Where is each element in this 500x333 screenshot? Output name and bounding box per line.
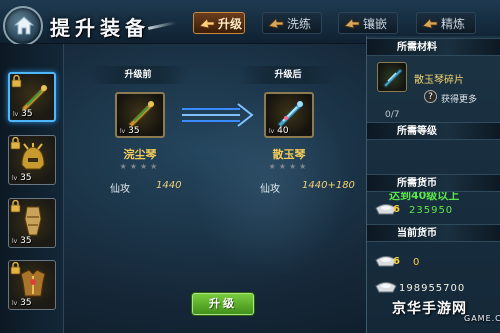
level-badge: lv 35	[12, 298, 32, 308]
stat-after-label: 仙攻	[260, 184, 280, 195]
watermark-text: 京华手游网	[392, 301, 467, 317]
level-value: 35	[20, 236, 32, 246]
cost-badge: 6	[393, 204, 401, 215]
materials-header: 所需材料	[367, 38, 500, 56]
wash-icon	[268, 18, 284, 29]
equipment-list: lv 35 lv 35 lv 35 lv 35	[0, 44, 64, 333]
silver-ingot-icon	[375, 282, 397, 293]
temper-icon	[422, 18, 438, 29]
level-value: 35	[128, 126, 140, 136]
item-after-stars: ★★★★	[268, 162, 310, 171]
after-label: 升级后	[238, 66, 338, 84]
tab-upgrade[interactable]: 升级	[193, 12, 245, 34]
watermark-sub: GAME.COM	[464, 314, 500, 323]
stat-before-label: 仙攻	[110, 184, 130, 195]
item-before-slot[interactable]: lv 35	[115, 92, 165, 138]
level-value: 35	[21, 109, 33, 119]
helmet-icon	[21, 143, 45, 170]
item-after-name: 散玉琴	[272, 148, 306, 161]
upgrade-arrow-icon	[199, 18, 215, 29]
home-button[interactable]	[3, 6, 43, 46]
level-badge: lv 40	[269, 126, 289, 136]
help-icon[interactable]: ?	[424, 90, 437, 103]
site-watermark: 京华手游网 GAME.COM	[392, 298, 500, 333]
tab-temper-label: 精炼	[441, 17, 466, 31]
tab-temper[interactable]: 精炼	[416, 12, 476, 34]
tab-refine-label: 洗练	[287, 17, 312, 31]
current-badge: 6	[393, 256, 401, 267]
stat-before-value: 1440	[156, 180, 182, 191]
level-badge: lv 35	[12, 236, 32, 246]
cost-header: 所需货币	[367, 174, 500, 192]
item-before-stars: ★★★★	[119, 162, 161, 171]
zither-fragment-icon	[383, 68, 403, 88]
level-value: 35	[20, 298, 32, 308]
material-name: 散玉琴碎片	[414, 75, 464, 86]
level-badge: lv 35	[13, 109, 33, 119]
material-count: 0/7	[385, 110, 400, 120]
requirements-panel: 所需材料 散玉琴碎片 ? 获得更多 0/7 所需等级 达到40级以上 所需货币 …	[366, 36, 500, 333]
item-before-name: 浣尘琴	[123, 148, 157, 161]
level-header: 所需等级	[367, 122, 500, 140]
current-header: 当前货币	[367, 224, 500, 242]
equipment-slot[interactable]: lv 35	[8, 198, 56, 248]
current-value-a: 0	[413, 257, 421, 268]
level-badge: lv 35	[12, 173, 32, 183]
title-ornament	[147, 21, 177, 30]
level-value: 40	[277, 126, 289, 136]
armor-icon	[20, 269, 46, 297]
equipment-slot[interactable]: lv 35	[8, 135, 56, 185]
upgrade-panel: 升级前 lv 35 升级后 lv 40 浣尘琴 散玉琴 ★★★★ ★★★★ 仙攻…	[66, 44, 364, 333]
inlay-icon	[344, 18, 360, 29]
tab-inlay[interactable]: 镶嵌	[338, 12, 398, 34]
level-value: 35	[20, 173, 32, 183]
equipment-slot[interactable]: lv 35	[8, 72, 56, 122]
item-after-slot[interactable]: lv 40	[264, 92, 314, 138]
before-label: 升级前	[88, 66, 188, 84]
tab-upgrade-label: 升级	[218, 17, 243, 31]
bracer-icon	[24, 206, 42, 236]
equipment-slot[interactable]: lv 35	[8, 260, 56, 310]
current-value-b: 198955700	[399, 283, 466, 294]
get-more-link[interactable]: 获得更多	[441, 92, 477, 105]
page-title: 提升装备	[50, 16, 150, 40]
tab-refine[interactable]: 洗练	[262, 12, 322, 34]
upgrade-button[interactable]: 升级	[191, 292, 255, 316]
material-slot[interactable]	[377, 62, 407, 92]
upgrade-arrow-icon	[182, 103, 254, 127]
stat-after-value: 1440+180	[302, 180, 355, 191]
level-badge: lv 35	[120, 126, 140, 136]
home-icon	[13, 16, 35, 35]
tab-inlay-label: 镶嵌	[363, 17, 388, 31]
cost-value: 235950	[409, 205, 454, 216]
